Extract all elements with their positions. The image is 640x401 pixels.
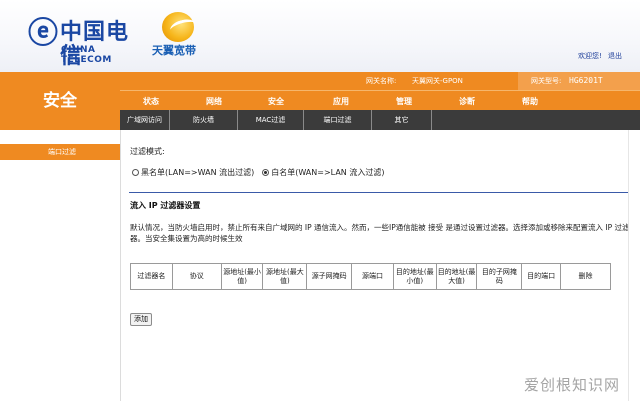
nav-security[interactable]: 安全: [268, 96, 284, 107]
nav-help[interactable]: 帮助: [522, 96, 538, 107]
col-dst-max: 目的地址(最大值): [435, 263, 478, 290]
col-filter-name: 过滤器名: [130, 263, 173, 290]
tab-other[interactable]: 其它: [372, 110, 432, 130]
gateway-model-value: HG6201T: [569, 76, 603, 85]
main-nav: 状态 网络 安全 应用 管理 诊断 帮助: [120, 90, 640, 110]
nav-diagnosis[interactable]: 诊断: [459, 96, 475, 107]
gateway-name-value: 天翼网关-GPON: [412, 77, 463, 85]
filter-table: 过滤器名 协议 源地址(最小值) 源地址(最大值) 源子网掩码 源端口 目的地址…: [130, 263, 612, 290]
watermark: 爱创根知识网: [523, 376, 620, 394]
nav-network[interactable]: 网络: [206, 96, 222, 107]
table-header-row: 过滤器名 协议 源地址(最小值) 源地址(最大值) 源子网掩码 源端口 目的地址…: [130, 263, 612, 290]
router-admin-page: ⓔ 中国电信 CHINA TELECOM 天翼宽带 欢迎您! 退出 网关名称: …: [0, 0, 640, 401]
radio-whitelist-label[interactable]: 白名单(WAN=>LAN 流入过滤): [271, 167, 384, 178]
gateway-name-label: 网关名称:: [366, 77, 397, 85]
filter-mode-radios: 黑名单(LAN=>WAN 流出过滤) 白名单(WAN=>LAN 流入过滤): [132, 167, 392, 178]
col-dst-mask: 目的子网掩码: [476, 263, 523, 290]
sub-nav: 广域网访问 防火墙 MAC过滤 端口过滤 其它: [120, 110, 640, 130]
gateway-model-label: 网关型号:: [531, 77, 562, 85]
sub-brand: 天翼宽带: [152, 44, 196, 57]
tab-firewall[interactable]: 防火墙: [170, 110, 238, 130]
nav-management[interactable]: 管理: [396, 96, 412, 107]
radio-blacklist-label[interactable]: 黑名单(LAN=>WAN 流出过滤): [141, 167, 254, 178]
content-area: 过滤模式: 黑名单(LAN=>WAN 流出过滤) 白名单(WAN=>LAN 流入…: [121, 130, 640, 401]
col-src-mask: 源子网掩码: [306, 263, 353, 290]
section-heading: 流入 IP 过滤器设置: [130, 201, 201, 210]
welcome-link[interactable]: 欢迎您!: [578, 52, 602, 60]
col-delete: 删除: [559, 263, 612, 290]
right-edge: [628, 130, 640, 401]
header: ⓔ 中国电信 CHINA TELECOM 天翼宽带 欢迎您! 退出: [0, 0, 640, 72]
tab-mac-filter[interactable]: MAC过滤: [238, 110, 304, 130]
section-divider: [129, 192, 628, 193]
col-dst-min: 目的地址(最小值): [392, 263, 437, 290]
description-text: 默认情况，当防火墙启用时，禁止所有来自广域网的 IP 通信流入。然而，一些IP通…: [130, 223, 630, 243]
tab-port-filter[interactable]: 端口过滤: [304, 110, 372, 130]
col-src-min: 源地址(最小值): [220, 263, 264, 290]
section-title: 安全: [0, 72, 120, 130]
left-menu: 端口过滤: [0, 130, 120, 401]
nav-application[interactable]: 应用: [333, 96, 349, 107]
col-dst-port: 目的端口: [521, 263, 561, 290]
col-src-port: 源端口: [351, 263, 394, 290]
nav-status[interactable]: 状态: [143, 96, 159, 107]
telecom-symbol-icon: ⓔ: [28, 16, 58, 51]
add-button[interactable]: 添加: [130, 313, 152, 326]
logout-link[interactable]: 退出: [608, 52, 622, 60]
radio-whitelist[interactable]: [262, 169, 270, 176]
tianyi-logo: 天翼宽带: [150, 12, 230, 58]
filter-mode-label: 过滤模式:: [130, 147, 165, 156]
brand-en: CHINA TELECOM: [61, 45, 112, 65]
left-menu-port-filter[interactable]: 端口过滤: [0, 144, 120, 160]
radio-blacklist[interactable]: [132, 169, 139, 176]
status-bar: 网关名称: 天翼网关-GPON 网关型号: HG6201T: [120, 72, 640, 90]
col-protocol: 协议: [171, 263, 222, 290]
tab-wan-access[interactable]: 广域网访问: [120, 110, 170, 130]
col-src-max: 源地址(最大值): [262, 263, 308, 290]
china-telecom-logo: ⓔ 中国电信 CHINA TELECOM: [28, 16, 138, 68]
header-links: 欢迎您! 退出: [574, 51, 622, 61]
